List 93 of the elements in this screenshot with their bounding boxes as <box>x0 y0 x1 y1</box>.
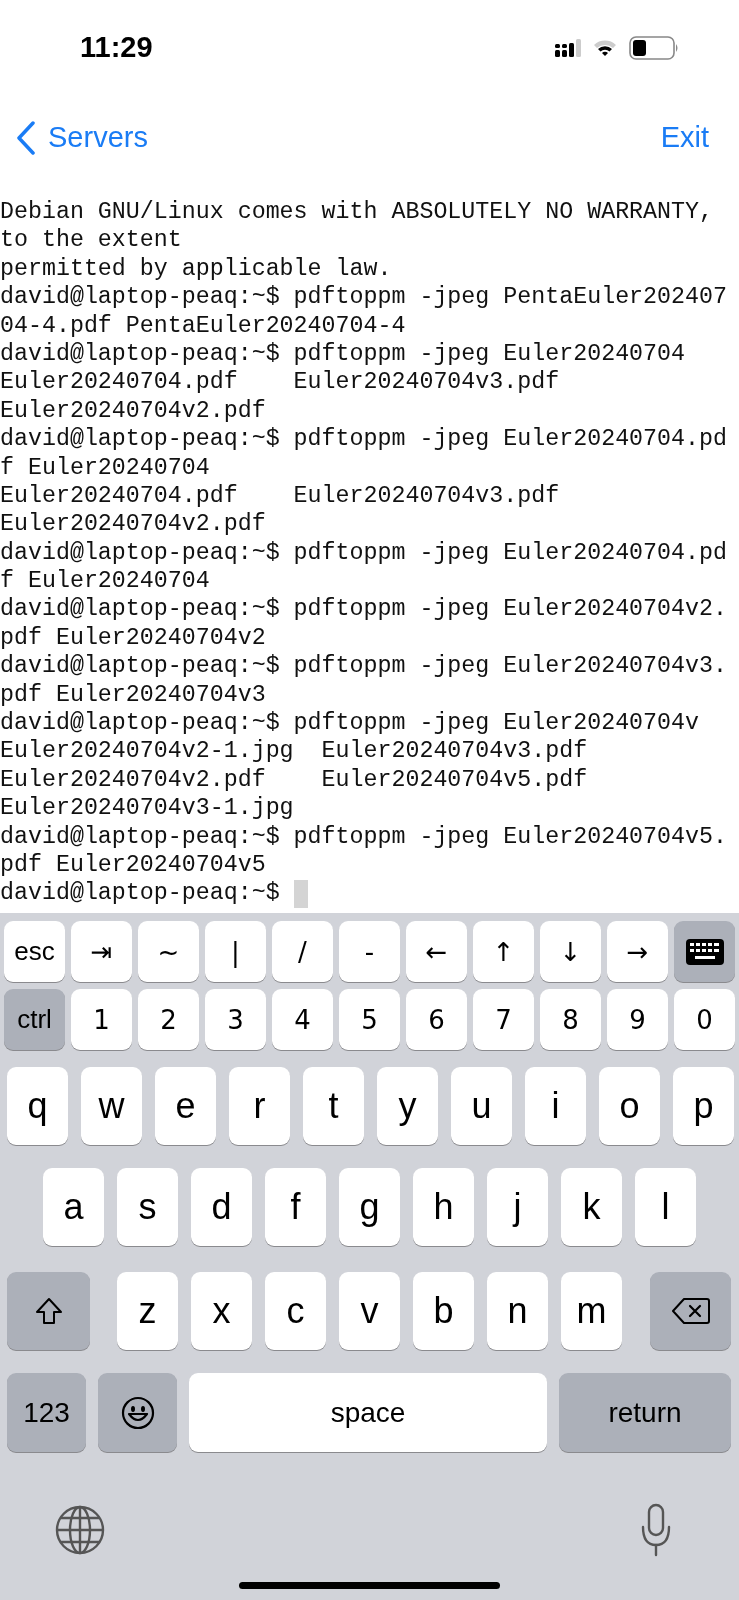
toolbar-key[interactable]: | <box>205 921 266 982</box>
keyboard-icon <box>685 938 724 965</box>
terminal-line: david@laptop-peaq:~$ pdftoppm -jpeg Euler20240704v5. <box>0 822 727 851</box>
backspace-icon <box>671 1297 710 1325</box>
terminal-line: f Euler20240704 <box>0 453 210 482</box>
terminal-line: david@laptop-peaq:~$ pdftoppm -jpeg Euler20240704v3. <box>0 652 727 681</box>
key-button[interactable]: 4 <box>272 989 333 1050</box>
key-button[interactable]: e <box>155 1067 216 1145</box>
key-button[interactable]: s <box>117 1168 178 1246</box>
key-button[interactable]: ctrl <box>4 989 65 1050</box>
key-button[interactable]: g <box>339 1168 400 1246</box>
hide-keyboard-button[interactable] <box>674 921 735 982</box>
terminal-line: pdf Euler20240704v2 <box>0 623 266 653</box>
toolbar-key[interactable]: ↓ <box>540 921 601 982</box>
key-button[interactable]: i <box>525 1067 586 1145</box>
terminal-line: 04-4.pdf PentaEuler20240704-4 <box>0 311 406 340</box>
key-button[interactable]: u <box>451 1067 512 1145</box>
key-button[interactable]: 3 <box>205 989 266 1050</box>
emoji-icon <box>120 1395 155 1430</box>
terminal-line: david@laptop-peaq:~$ pdftoppm -jpeg Euler20240704.pd <box>0 538 727 568</box>
toolbar-key[interactable]: ⇥ <box>71 921 132 982</box>
key-button[interactable]: w <box>81 1067 142 1145</box>
terminal-line: david@laptop-peaq:~$ pdftoppm -jpeg Euler20240704 <box>0 339 686 369</box>
signal-icon <box>555 38 581 57</box>
key-button[interactable]: t <box>303 1067 364 1145</box>
terminal-line: david@laptop-peaq:~$ pdftoppm -jpeg PentaEuler202407 <box>0 283 727 312</box>
key-button[interactable]: f <box>265 1168 326 1246</box>
key-button[interactable]: 9 <box>607 989 668 1050</box>
key-button[interactable]: v <box>339 1272 400 1350</box>
status-time: 11:29 <box>80 31 153 64</box>
terminal-line: Euler20240704v2.pdf <box>0 396 266 426</box>
battery-icon <box>629 35 679 60</box>
key-button[interactable]: j <box>487 1168 548 1246</box>
backspace-button[interactable] <box>650 1272 731 1350</box>
toolbar-key[interactable]: ~ <box>138 921 199 982</box>
toolbar-key[interactable]: / <box>272 921 333 982</box>
key-button[interactable]: 0 <box>674 989 735 1050</box>
toolbar-key[interactable]: esc <box>4 921 65 982</box>
key-button[interactable]: x <box>191 1272 252 1350</box>
terminal-line: pdf Euler20240704v5 <box>0 851 266 880</box>
back-chevron-icon <box>16 120 36 155</box>
wifi-icon <box>593 38 617 57</box>
key-button[interactable]: a <box>43 1168 104 1246</box>
terminal-line: Euler20240704.pdf Euler20240704v3.pdf <box>0 481 560 511</box>
terminal-line: Euler20240704v3-1.jpg <box>0 794 294 823</box>
key-button[interactable]: 5 <box>339 989 400 1050</box>
terminal-line: david@laptop-peaq:~$ <box>0 879 280 908</box>
key-button[interactable]: z <box>117 1272 178 1350</box>
toolbar-key[interactable]: → <box>607 921 668 982</box>
key-button[interactable]: l <box>635 1168 696 1246</box>
toolbar-key[interactable]: ← <box>406 921 467 982</box>
key-button[interactable]: 1 <box>71 989 132 1050</box>
shift-icon <box>33 1296 64 1326</box>
key-button[interactable]: y <box>377 1067 438 1145</box>
numbers-key[interactable]: 123 <box>7 1373 86 1452</box>
terminal-line: Euler20240704v2.pdf <box>0 510 266 539</box>
terminal-line: pdf Euler20240704v3 <box>0 680 266 710</box>
key-button[interactable]: n <box>487 1272 548 1350</box>
terminal-line: Debian GNU/Linux comes with ABSOLUTELY NO WARRANTY, <box>0 198 713 227</box>
back-button[interactable]: Servers <box>16 120 148 155</box>
key-button[interactable]: 6 <box>406 989 467 1050</box>
terminal-line: Euler20240704.pdf Euler20240704v3.pdf <box>0 368 560 397</box>
shift-button[interactable] <box>7 1272 90 1350</box>
terminal-line: Euler20240704v2-1.jpg Euler20240704v3.pdf <box>0 737 588 766</box>
terminal-cursor <box>293 879 308 908</box>
terminal-line: david@laptop-peaq:~$ pdftoppm -jpeg Euler20240704v <box>0 709 700 738</box>
key-button[interactable]: p <box>673 1067 734 1145</box>
key-button[interactable]: 8 <box>540 989 601 1050</box>
terminal-line: to the extent <box>0 226 182 255</box>
terminal-line: f Euler20240704 <box>0 567 210 596</box>
exit-button[interactable]: Exit <box>660 121 709 154</box>
key-button[interactable]: r <box>229 1067 290 1145</box>
terminal-line: david@laptop-peaq:~$ pdftoppm -jpeg Euler20240704.pd <box>0 425 727 454</box>
key-button[interactable]: q <box>7 1067 68 1145</box>
key-button[interactable]: b <box>413 1272 474 1350</box>
terminal-line: Euler20240704v2.pdf Euler20240704v5.pdf <box>0 765 588 795</box>
key-button[interactable]: c <box>265 1272 326 1350</box>
key-button[interactable]: o <box>599 1067 660 1145</box>
key-button[interactable]: h <box>413 1168 474 1246</box>
toolbar-key[interactable]: ↑ <box>473 921 534 982</box>
return-key[interactable]: return <box>559 1373 731 1452</box>
emoji-button[interactable] <box>98 1373 177 1452</box>
key-button[interactable]: m <box>561 1272 622 1350</box>
toolbar-key[interactable]: - <box>339 921 400 982</box>
key-button[interactable]: k <box>561 1168 622 1246</box>
terminal-line: david@laptop-peaq:~$ pdftoppm -jpeg Euler20240704v2. <box>0 595 727 624</box>
microphone-icon[interactable] <box>641 1503 671 1557</box>
globe-icon[interactable] <box>54 1504 106 1556</box>
key-button[interactable]: 2 <box>138 989 199 1050</box>
key-button[interactable]: d <box>191 1168 252 1246</box>
key-button[interactable]: 7 <box>473 989 534 1050</box>
space-key[interactable]: space <box>189 1373 547 1452</box>
terminal-line: permitted by applicable law. <box>0 254 392 284</box>
